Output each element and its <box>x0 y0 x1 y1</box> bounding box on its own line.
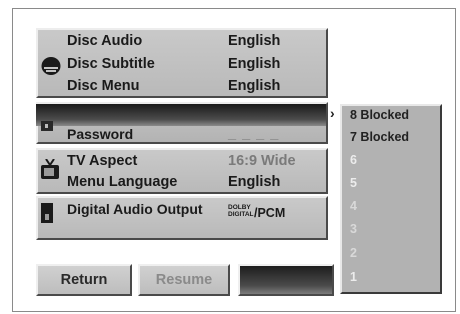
subtitle-icon <box>41 57 61 75</box>
disc-menu-value[interactable]: English <box>228 78 280 94</box>
blank-button[interactable] <box>238 264 334 296</box>
password-label[interactable]: Password <box>67 126 133 142</box>
rating-option[interactable]: 5 <box>350 176 357 190</box>
dolby-text: DOLBY <box>228 204 251 211</box>
rating-option[interactable]: 6 <box>350 153 357 167</box>
menu-language-label[interactable]: Menu Language <box>67 174 177 190</box>
rating-option[interactable]: 2 <box>350 246 357 260</box>
rating-option[interactable]: 8 Blocked <box>350 108 409 122</box>
disc-menu-label[interactable]: Disc Menu <box>67 78 140 94</box>
lock-icon <box>41 121 53 131</box>
dolby-digital-logo: DOLBY DIGITAL <box>228 204 254 218</box>
tv-aspect-value[interactable]: 16:9 Wide <box>228 153 296 169</box>
resume-button[interactable]: Resume <box>138 264 230 296</box>
rating-option[interactable]: 1 <box>350 270 357 284</box>
disc-subtitle-value[interactable]: English <box>228 56 280 72</box>
digital-text: DIGITAL <box>228 211 254 218</box>
tv-icon <box>41 159 59 179</box>
digital-audio-output-label[interactable]: Digital Audio Output <box>67 201 203 217</box>
disc-subtitle-label[interactable]: Disc Subtitle <box>67 56 155 72</box>
menu-language-value[interactable]: English <box>228 174 280 190</box>
password-value[interactable]: _ _ _ _ <box>228 126 279 142</box>
rating-option[interactable]: 4 <box>350 199 357 213</box>
rating-option[interactable]: 3 <box>350 222 357 236</box>
rating-option[interactable]: 7 Blocked <box>350 130 409 144</box>
pcm-value[interactable]: /PCM <box>254 206 285 220</box>
disc-audio-value[interactable]: English <box>228 33 280 49</box>
return-button[interactable]: Return <box>36 264 132 296</box>
chevron-right-icon: › <box>330 105 335 121</box>
disc-audio-label[interactable]: Disc Audio <box>67 33 142 49</box>
tv-aspect-label[interactable]: TV Aspect <box>67 153 137 169</box>
speaker-icon <box>41 203 53 223</box>
rating-row-highlight[interactable] <box>36 104 326 126</box>
